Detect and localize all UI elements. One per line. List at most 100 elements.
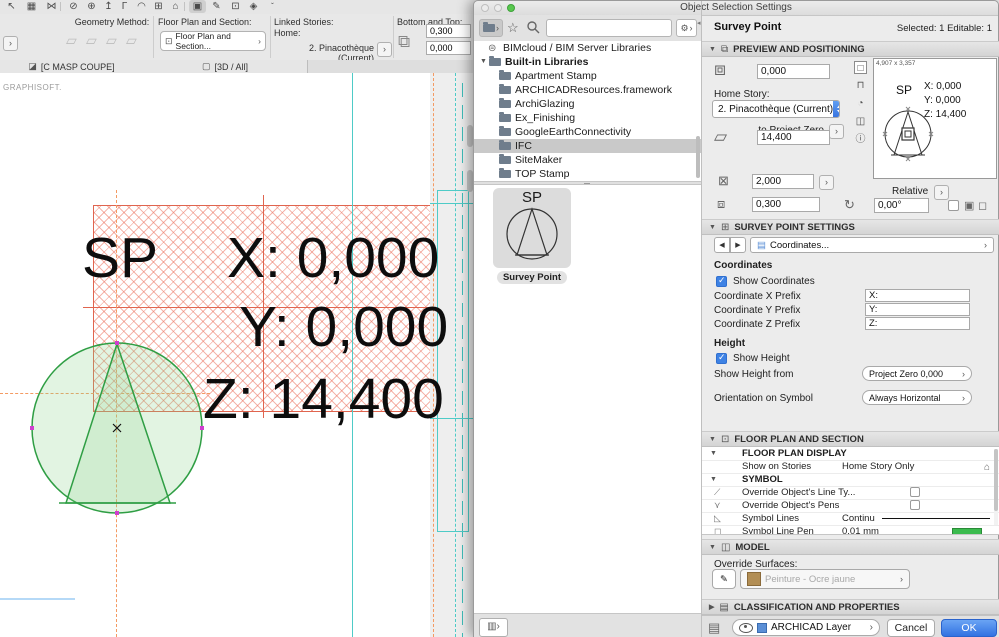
morph-tool-icon[interactable]: ◈ bbox=[245, 0, 262, 13]
show-coordinates-label: Show Coordinates bbox=[733, 276, 815, 287]
bottom-offset-field[interactable] bbox=[426, 41, 471, 55]
section-classification-properties[interactable]: ▶ ▤ CLASSIFICATION AND PROPERTIES bbox=[702, 599, 999, 615]
top-offset-field[interactable] bbox=[426, 24, 471, 38]
tab-3d-view[interactable]: ▢ [3D / All] bbox=[143, 60, 308, 73]
override-pens-checkbox[interactable] bbox=[910, 500, 920, 510]
table-row-symbol-group[interactable]: ▼ SYMBOL bbox=[702, 473, 999, 487]
library-search-input[interactable] bbox=[546, 19, 672, 37]
preview-front-view-icon[interactable]: ⊓ bbox=[854, 79, 867, 92]
settings-gear-button[interactable]: ⚙ › bbox=[676, 19, 697, 37]
elevation-field[interactable] bbox=[757, 130, 830, 145]
table-row-symbol-line-pen[interactable]: ◻ Symbol Line Pen 0.01 mm bbox=[702, 525, 999, 534]
previous-page-button[interactable]: ◀ bbox=[714, 237, 730, 253]
coordinate-z-prefix-field[interactable] bbox=[865, 317, 970, 330]
pencil-tool-icon[interactable]: ✎ bbox=[208, 0, 225, 13]
object-height-field[interactable] bbox=[752, 197, 820, 212]
geometry-method-icon[interactable]: ▱ bbox=[86, 32, 97, 49]
show-height-from-select[interactable]: Project Zero 0,000 › bbox=[862, 366, 972, 381]
tree-item-archicadresources[interactable]: ARCHICADResources.framework bbox=[474, 83, 701, 97]
surface-override-select[interactable]: Peinture - Ocre jaune › bbox=[740, 569, 910, 589]
pick-up-parameters-icon[interactable]: ⊕ bbox=[83, 0, 100, 13]
table-row-override-linetype[interactable]: ⟋ Override Object's Line Ty... bbox=[702, 486, 999, 500]
home-story-select[interactable]: 2. Pinacothèque (Current) bbox=[712, 100, 840, 118]
mirror-checkbox[interactable] bbox=[948, 200, 959, 211]
home-story-chevron-button[interactable]: › bbox=[377, 42, 392, 57]
table-scrollbar[interactable] bbox=[994, 449, 998, 525]
tree-item-top-stamp[interactable]: TOP Stamp bbox=[474, 167, 701, 181]
marquee-tool-icon[interactable]: ▣ bbox=[189, 0, 206, 13]
home-view-icon[interactable]: ⌂ bbox=[167, 0, 184, 13]
copy-settings-icon[interactable]: ⊡ bbox=[227, 0, 244, 13]
section-floor-plan-and-section[interactable]: ▼ ⊡ FLOOR PLAN AND SECTION bbox=[702, 431, 999, 447]
tree-item-bimcloud[interactable]: ⊜ BIMcloud / BIM Server Libraries bbox=[474, 41, 701, 55]
section-model[interactable]: ▼ ◫ MODEL bbox=[702, 539, 999, 555]
paint-brush-button[interactable]: ✎ bbox=[712, 569, 736, 589]
geometry-method-icon[interactable]: ▱ bbox=[126, 32, 137, 49]
layer-select[interactable]: ARCHICAD Layer › bbox=[732, 619, 880, 636]
table-row-show-on-stories[interactable]: Show on Stories Home Story Only ⌂ bbox=[702, 460, 999, 474]
section-preview-positioning[interactable]: ▼ ⧉ PREVIEW AND POSITIONING bbox=[702, 41, 999, 57]
rotation-angle-field[interactable] bbox=[874, 198, 929, 213]
show-height-checkbox[interactable] bbox=[716, 352, 727, 364]
fillet-tool-icon[interactable]: ◠ bbox=[133, 0, 150, 13]
detail-tool-icon[interactable]: ⊞ bbox=[150, 0, 167, 13]
offset-to-home-story-field[interactable] bbox=[757, 64, 830, 79]
relative-chevron-button[interactable]: › bbox=[934, 185, 949, 200]
tree-item-apartment-stamp[interactable]: Apartment Stamp bbox=[474, 69, 701, 83]
archicad-screen: ↖ ▦ ⋈ ⊘ ⊕ ↥ Γ ◠ ⊞ ⌂ ▣ ✎ ⊡ ◈ ˇ › Geometry… bbox=[0, 0, 999, 637]
search-icon[interactable] bbox=[527, 21, 540, 34]
tree-item-googleearth[interactable]: GoogleEarthConnectivity bbox=[474, 125, 701, 139]
object-width-field[interactable] bbox=[752, 174, 814, 189]
survey-point-symbol[interactable] bbox=[29, 340, 207, 520]
tab-section-view[interactable]: ◪ [C MASP COUPE] bbox=[0, 60, 144, 73]
survey-point-thumbnail[interactable]: SP bbox=[493, 188, 571, 268]
favorites-star-icon[interactable]: ☆ bbox=[507, 20, 519, 36]
tree-item-sitemaker[interactable]: SiteMaker bbox=[474, 153, 701, 167]
corner-tool-icon[interactable]: Γ bbox=[116, 0, 133, 13]
preview-section-icon: ⧉ bbox=[720, 43, 729, 55]
override-linetype-checkbox[interactable] bbox=[910, 487, 920, 497]
infobox-expander-button[interactable]: › bbox=[3, 36, 18, 51]
pointer-tool-icon[interactable]: ↖ bbox=[3, 0, 20, 13]
folder-view-button[interactable]: › bbox=[479, 19, 503, 37]
stretch-tool-icon[interactable]: ⋈ bbox=[43, 0, 60, 13]
building-icon: ▥ bbox=[487, 621, 497, 632]
split-tool-icon[interactable]: ⊘ bbox=[65, 0, 82, 13]
section-survey-point-settings[interactable]: ▼ ⊞ SURVEY POINT SETTINGS bbox=[702, 219, 999, 235]
collapse-pane-icon[interactable]: ◂ bbox=[697, 19, 701, 27]
orientation-select[interactable]: Always Horizontal › bbox=[862, 390, 972, 405]
geometry-method-icon[interactable]: ▱ bbox=[106, 32, 117, 49]
tree-item-ifc[interactable]: IFC bbox=[474, 139, 701, 153]
floor-plan-section-button[interactable]: ⊡ Floor Plan and Section... › bbox=[160, 31, 266, 51]
grid-tool-icon[interactable]: ▦ bbox=[23, 0, 40, 13]
elevation-anchor-chevron[interactable]: › bbox=[829, 124, 844, 139]
preview-info-icon[interactable]: ⓘ bbox=[854, 133, 867, 146]
toolbar-more-icon[interactable]: ˇ bbox=[264, 0, 281, 13]
coordinate-x-prefix-field[interactable] bbox=[865, 289, 970, 302]
coordinate-y-prefix-field[interactable] bbox=[865, 303, 970, 316]
preview-2d-symbol-icon[interactable]: □ bbox=[854, 61, 867, 74]
tree-scrollbar-thumb[interactable] bbox=[696, 136, 700, 178]
pen-color-chip[interactable] bbox=[952, 528, 982, 534]
preview-symbol-drawing bbox=[882, 106, 934, 162]
ok-button[interactable]: OK bbox=[941, 619, 997, 637]
elevation-tool-icon[interactable]: ↥ bbox=[100, 0, 117, 13]
tree-item-archiglazing[interactable]: ArchiGlazing bbox=[474, 97, 701, 111]
tree-item-built-in-libraries[interactable]: ▼ Built-in Libraries bbox=[474, 55, 701, 69]
infobox-divider bbox=[270, 16, 271, 58]
size-chevron-button[interactable]: › bbox=[819, 175, 834, 190]
favorites-palette-button[interactable]: ▥› bbox=[479, 618, 508, 637]
table-row-override-pens[interactable]: ⋎ Override Object's Pens bbox=[702, 499, 999, 513]
parameter-page-select[interactable]: ▤ Coordinates... › bbox=[750, 237, 994, 253]
table-row-symbol-lines[interactable]: ◺ Symbol Lines Continu bbox=[702, 512, 999, 526]
table-row-floor-plan-display[interactable]: ▼ FLOOR PLAN DISPLAY bbox=[702, 447, 999, 461]
next-page-button[interactable]: ▶ bbox=[730, 237, 746, 253]
preview-dimensions-icon[interactable]: ◫ bbox=[854, 115, 867, 128]
layers-icon[interactable]: ▤ bbox=[708, 620, 720, 636]
show-coordinates-checkbox[interactable] bbox=[716, 275, 727, 287]
geometry-method-icon[interactable]: ▱ bbox=[66, 32, 77, 49]
cancel-button[interactable]: Cancel bbox=[887, 619, 935, 637]
disclosure-triangle-icon[interactable]: ▼ bbox=[480, 55, 487, 69]
preview-3d-icon[interactable]: ◔ bbox=[854, 97, 867, 110]
tree-item-ex-finishing[interactable]: Ex_Finishing bbox=[474, 111, 701, 125]
